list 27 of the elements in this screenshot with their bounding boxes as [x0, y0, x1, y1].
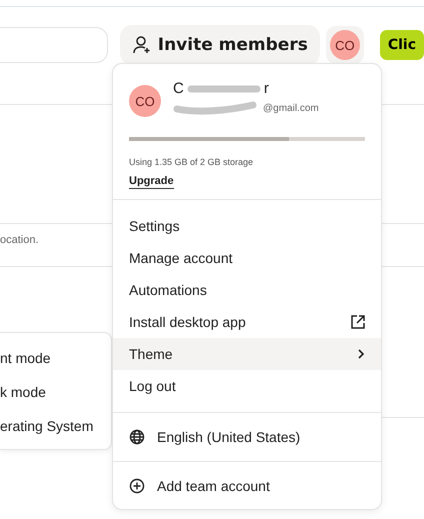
add-team-account-item[interactable]: Add team account	[113, 462, 381, 510]
description-text: ocation.	[0, 234, 40, 246]
user-name: C	[173, 80, 184, 97]
user-name: r	[264, 80, 269, 97]
menu-item[interactable]: Theme	[113, 338, 381, 370]
menu-item[interactable]: Automations	[113, 274, 381, 306]
add-user-icon	[132, 35, 152, 55]
upgrade-link[interactable]: Upgrade	[129, 175, 174, 189]
theme-option[interactable]: k mode	[0, 375, 111, 409]
theme-option[interactable]: erating System	[0, 409, 111, 443]
menu-item[interactable]: Log out	[113, 370, 381, 402]
invite-members-button[interactable]: Invite members	[120, 25, 320, 65]
user-avatar[interactable]: CO	[330, 30, 360, 60]
storage-usage-text: Using 1.35 GB of 2 GB storage	[129, 157, 254, 167]
action-button[interactable]: Clic	[380, 30, 424, 60]
user-avatar: CO	[129, 85, 161, 117]
language-selector[interactable]: English (United States)	[113, 413, 381, 461]
theme-option[interactable]: nt mode	[0, 341, 111, 375]
external-link-icon	[351, 315, 365, 329]
globe-icon	[129, 429, 145, 445]
search-field[interactable]	[0, 27, 108, 63]
user-email: @gmail.com	[263, 102, 319, 114]
menu-item[interactable]: Manage account	[113, 242, 381, 274]
menu-item[interactable]: Install desktop app	[113, 306, 381, 338]
plus-circle-icon	[129, 478, 145, 494]
chevron-right-icon	[357, 348, 365, 360]
menu-item[interactable]: Settings	[113, 210, 381, 242]
